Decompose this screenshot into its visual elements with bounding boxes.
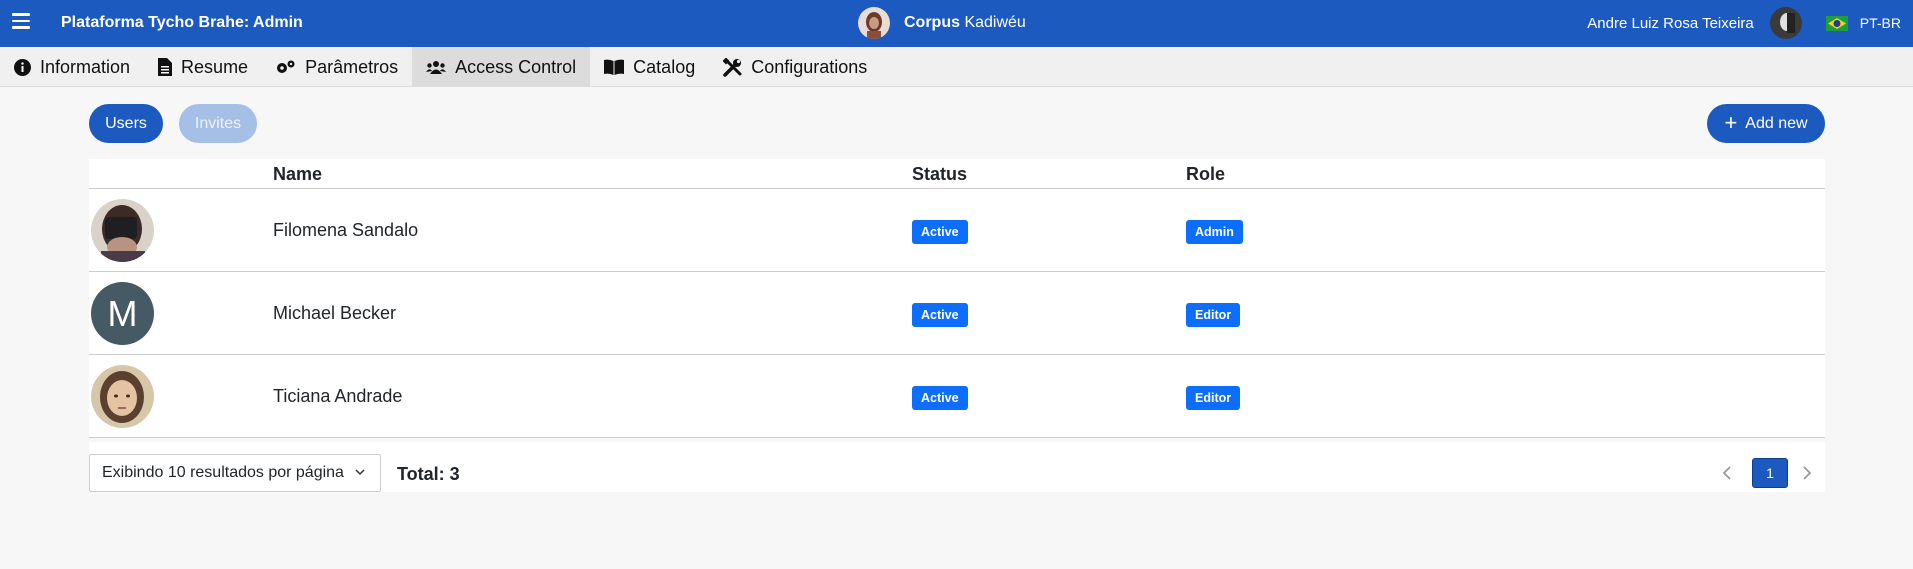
tab-information[interactable]: Information (0, 47, 144, 87)
plus-icon: + (1724, 109, 1738, 135)
corpus-selector[interactable]: Corpus Kadiwéu (858, 6, 1026, 40)
document-icon (158, 58, 173, 76)
column-header-status[interactable]: Status (912, 164, 967, 185)
role-badge: Admin (1186, 220, 1243, 244)
corpus-name: Kadiwéu (964, 14, 1026, 31)
chevron-down-icon (355, 469, 365, 476)
status-badge: Active (912, 220, 968, 244)
avatar: M (91, 282, 154, 345)
user-name-cell: Filomena Sandalo (273, 220, 419, 240)
avatar-letter: M (91, 282, 154, 345)
tab-parametros[interactable]: Parâmetros (262, 47, 412, 87)
users-table: Name Status Role Filomena Sandalo Active… (89, 159, 1825, 438)
table-row[interactable]: Ticiana Andrade Active Editor (89, 355, 1825, 438)
invites-button[interactable]: Invites (179, 104, 257, 143)
page-1-button[interactable]: 1 (1752, 458, 1788, 488)
user-name[interactable]: Andre Luiz Rosa Teixeira (1587, 15, 1753, 32)
top-bar: Plataforma Tycho Brahe: Admin Corpus Kad… (0, 0, 1913, 47)
corpus-avatar (858, 7, 890, 39)
users-icon (426, 60, 447, 74)
book-icon (604, 59, 625, 75)
user-name-cell: Michael Becker (273, 303, 397, 323)
brazil-flag-icon (1825, 15, 1848, 31)
tab-label: Information (40, 56, 131, 77)
role-badge: Editor (1186, 386, 1241, 410)
per-page-label: Exibindo 10 resultados por página (102, 464, 344, 481)
tab-label: Access Control (455, 56, 577, 77)
user-avatar[interactable] (1769, 7, 1802, 39)
table-header: Name Status Role (89, 159, 1825, 189)
chevron-right-icon (1803, 466, 1812, 480)
table-footer: Exibindo 10 resultados por página Total:… (89, 442, 1825, 492)
language-selector[interactable]: PT-BR (1860, 15, 1901, 31)
tab-label: Catalog (633, 56, 696, 77)
tab-resume[interactable]: Resume (144, 47, 262, 87)
tab-configurations[interactable]: Configurations (709, 47, 881, 87)
add-new-button[interactable]: + Add new (1707, 104, 1825, 143)
next-page-button[interactable] (1789, 458, 1825, 488)
avatar (91, 199, 154, 262)
table-row[interactable]: M Michael Becker Active Editor (89, 272, 1825, 355)
column-header-name[interactable]: Name (273, 164, 322, 185)
users-button[interactable]: Users (89, 104, 163, 143)
tools-icon (723, 57, 742, 77)
info-icon (14, 58, 31, 76)
column-header-role[interactable]: Role (1186, 164, 1225, 185)
tab-bar: Information Resume Parâmetros Access Con… (0, 47, 1913, 87)
app-title: Plataforma Tycho Brahe: Admin (61, 14, 303, 31)
tab-access-control[interactable]: Access Control (412, 47, 591, 87)
user-name-cell: Ticiana Andrade (273, 386, 403, 406)
add-new-label: Add new (1745, 114, 1808, 132)
avatar (91, 365, 154, 428)
table-row[interactable]: Filomena Sandalo Active Admin (89, 189, 1825, 272)
hamburger-icon[interactable] (12, 13, 30, 29)
status-badge: Active (912, 303, 968, 327)
total-count: Total: 3 (397, 464, 460, 484)
per-page-select[interactable]: Exibindo 10 resultados por página (89, 454, 381, 492)
tab-catalog[interactable]: Catalog (590, 47, 709, 87)
tab-label: Configurations (751, 56, 868, 77)
tab-label: Parâmetros (305, 56, 399, 77)
role-badge: Editor (1186, 303, 1241, 327)
status-badge: Active (912, 386, 968, 410)
chevron-left-icon (1722, 466, 1731, 480)
corpus-label: Corpus (904, 14, 960, 31)
previous-page-button[interactable] (1709, 458, 1745, 488)
tab-label: Resume (181, 56, 249, 77)
gears-icon (277, 60, 295, 73)
